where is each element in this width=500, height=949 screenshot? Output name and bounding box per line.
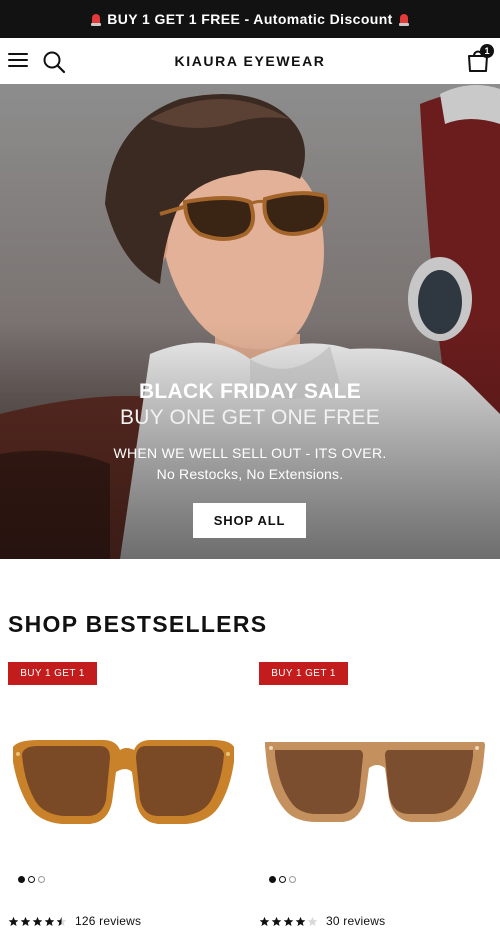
hero-image xyxy=(0,84,500,559)
logo[interactable]: KIAURA EYEWEAR xyxy=(175,53,326,69)
image-carousel-dots xyxy=(269,876,296,883)
product-rating: 126 reviews xyxy=(8,914,141,928)
carousel-dot[interactable] xyxy=(38,876,45,883)
announcement-bar: BUY 1 GET 1 FREE - Automatic Discount xyxy=(0,0,500,38)
star-icon xyxy=(283,916,294,926)
hero-note: No Restocks, No Extensions. xyxy=(156,466,344,482)
review-count[interactable]: 30 reviews xyxy=(326,914,385,928)
star-icon xyxy=(8,916,19,926)
hamburger-menu-icon[interactable] xyxy=(8,51,30,69)
empty-star-icon xyxy=(307,916,318,926)
star-icon xyxy=(32,916,43,926)
star-icon xyxy=(271,916,282,926)
cart-count-badge: 1 xyxy=(480,44,494,58)
star-icon xyxy=(259,916,270,926)
product-rating: 30 reviews xyxy=(259,914,385,928)
carousel-dot[interactable] xyxy=(18,876,25,883)
product-card[interactable]: BUY 1 GET 1 126 reviews xyxy=(8,662,248,949)
star-rating xyxy=(259,916,318,927)
promo-badge: BUY 1 GET 1 xyxy=(259,662,348,685)
promo-badge: BUY 1 GET 1 xyxy=(8,662,97,685)
shopping-bag-icon[interactable]: 1 xyxy=(466,44,494,74)
site-header: KIAURA EYEWEAR 1 xyxy=(0,38,500,84)
star-rating xyxy=(8,916,67,927)
image-carousel-dots xyxy=(18,876,45,883)
hero-subtitle: BUY ONE GET ONE FREE xyxy=(120,406,380,429)
siren-icon xyxy=(398,12,409,26)
search-icon[interactable] xyxy=(42,50,66,74)
shop-all-button[interactable]: SHOP ALL xyxy=(193,503,306,538)
section-title: SHOP BESTSELLERS xyxy=(8,611,268,637)
siren-icon xyxy=(91,12,102,26)
hero-title: BLACK FRIDAY SALE xyxy=(138,380,362,403)
review-count[interactable]: 126 reviews xyxy=(75,914,141,928)
carousel-dot[interactable] xyxy=(28,876,35,883)
product-image[interactable] xyxy=(259,732,489,842)
announcement-text: BUY 1 GET 1 FREE - Automatic Discount xyxy=(107,11,393,27)
product-card[interactable]: BUY 1 GET 1 30 reviews xyxy=(259,662,499,949)
hero-tagline: WHEN WE WELL SELL OUT - ITS OVER. xyxy=(113,445,387,461)
star-icon xyxy=(20,916,31,926)
star-icon xyxy=(295,916,306,926)
product-image[interactable] xyxy=(8,732,238,842)
half-star-icon xyxy=(56,916,67,926)
hero-banner: BLACK FRIDAY SALE BUY ONE GET ONE FREE W… xyxy=(0,84,500,559)
carousel-dot[interactable] xyxy=(269,876,276,883)
carousel-dot[interactable] xyxy=(279,876,286,883)
carousel-dot[interactable] xyxy=(289,876,296,883)
star-icon xyxy=(44,916,55,926)
